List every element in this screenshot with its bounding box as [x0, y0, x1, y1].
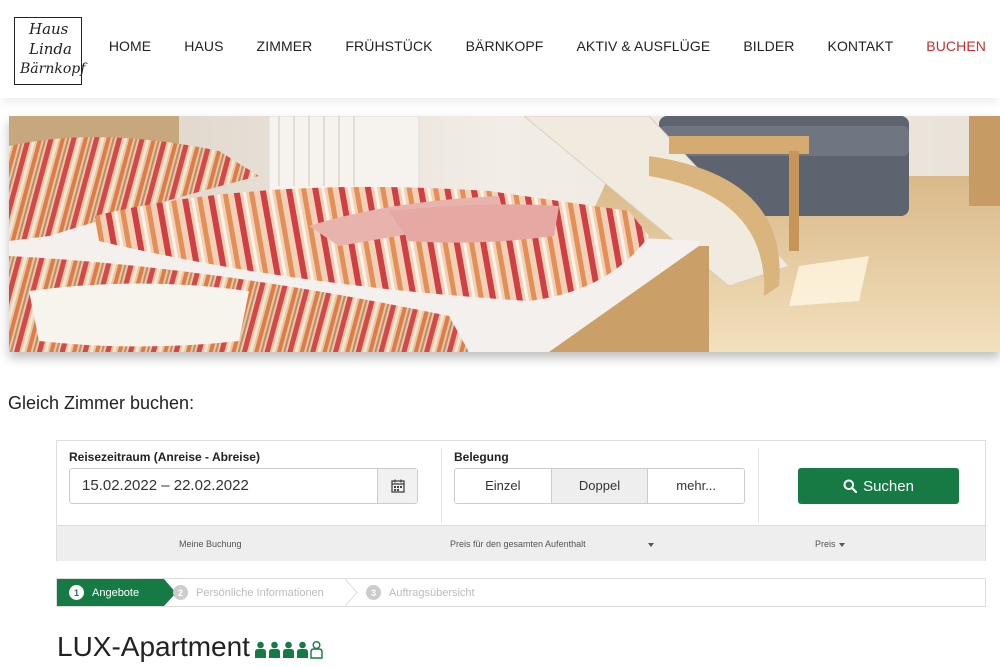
site-header: Haus Linda Bärnkopf HOME HAUS ZIMMER FRÜ…: [0, 0, 1000, 98]
nav-aktiv-ausfluege[interactable]: AKTIV & AUSFLÜGE: [576, 38, 710, 54]
summary-my-booking: Meine Buchung: [179, 539, 242, 549]
apartment-title: LUX-Apartment: [57, 631, 250, 662]
apartment-header: LUX-Apartment: [57, 630, 323, 664]
person-filled-icon: [296, 641, 308, 658]
calendar-icon: [390, 479, 405, 493]
step-number: 3: [366, 585, 381, 600]
step-offers[interactable]: 1 Angebote: [57, 579, 164, 606]
logo-line-2: Linda: [29, 40, 72, 58]
occupancy-option-einzel[interactable]: Einzel: [455, 469, 551, 503]
main-nav: HOME HAUS ZIMMER FRÜHSTÜCK BÄRNKOPF AKTI…: [76, 38, 986, 54]
logo-line-3: Bärnkopf: [20, 61, 86, 77]
person-filled-icon: [282, 641, 294, 658]
divider: [441, 449, 442, 523]
results-header: Meine Buchung Preis für den gesamten Auf…: [57, 525, 985, 561]
caret-down-icon: [647, 542, 654, 547]
booking-widget: Reisezeitraum (Anreise - Abreise) 15.02.…: [56, 440, 986, 561]
search-icon: [843, 479, 858, 493]
occupancy-option-doppel[interactable]: Doppel: [550, 469, 648, 503]
step-label: Auftragsübersicht: [389, 586, 475, 599]
person-outline-icon: [310, 641, 323, 659]
search-button[interactable]: Suchen: [798, 468, 959, 504]
bedroom-photo-icon: [9, 116, 1000, 352]
step-number: 1: [69, 585, 84, 600]
nav-kontakt[interactable]: KONTAKT: [828, 38, 894, 54]
summary-price-sort[interactable]: Preis: [815, 539, 845, 549]
summary-price-label: Preis: [815, 539, 836, 549]
step-order-summary[interactable]: 3 Auftragsübersicht: [366, 579, 475, 606]
date-range-label: Reisezeitraum (Anreise - Abreise): [69, 450, 260, 464]
person-filled-icon: [268, 641, 280, 658]
booking-steps: 1 Angebote 2 Persönliche Informationen 3…: [56, 578, 986, 607]
nav-haus[interactable]: HAUS: [184, 38, 223, 54]
step-label: Angebote: [92, 586, 140, 599]
summary-total-price[interactable]: Preis für den gesamten Aufenthalt: [450, 539, 654, 549]
site-logo[interactable]: Haus Linda Bärnkopf: [14, 17, 86, 85]
occupancy-selector: Einzel Doppel mehr...: [454, 468, 745, 504]
booking-heading: Gleich Zimmer buchen:: [8, 393, 195, 413]
nav-home[interactable]: HOME: [109, 38, 151, 54]
occupancy-persons-icons: [254, 641, 323, 659]
nav-baernkopf[interactable]: BÄRNKOPF: [466, 38, 544, 54]
nav-bilder[interactable]: BILDER: [743, 38, 794, 54]
hero-bedroom-image: [9, 116, 1000, 352]
search-button-label: Suchen: [863, 477, 914, 495]
occupancy-option-mehr[interactable]: mehr...: [647, 469, 744, 503]
person-filled-icon: [254, 641, 266, 658]
date-range-value[interactable]: 15.02.2022 – 22.02.2022: [70, 469, 377, 503]
nav-fruehstueck[interactable]: FRÜHSTÜCK: [345, 38, 432, 54]
occupancy-label: Belegung: [454, 450, 509, 464]
summary-total-price-label: Preis für den gesamten Aufenthalt: [450, 539, 586, 549]
chevron-right-icon: [345, 579, 358, 606]
nav-zimmer[interactable]: ZIMMER: [257, 38, 313, 54]
nav-buchen[interactable]: BUCHEN: [926, 38, 986, 54]
caret-down-icon: [838, 542, 845, 547]
step-number: 2: [173, 585, 188, 600]
step-label: Persönliche Informationen: [196, 586, 324, 599]
logo-line-1: Haus: [29, 20, 69, 38]
step-personal-info[interactable]: 2 Persönliche Informationen: [173, 579, 324, 606]
calendar-button[interactable]: [377, 469, 417, 503]
divider: [758, 449, 759, 523]
date-range-input[interactable]: 15.02.2022 – 22.02.2022: [69, 468, 418, 504]
